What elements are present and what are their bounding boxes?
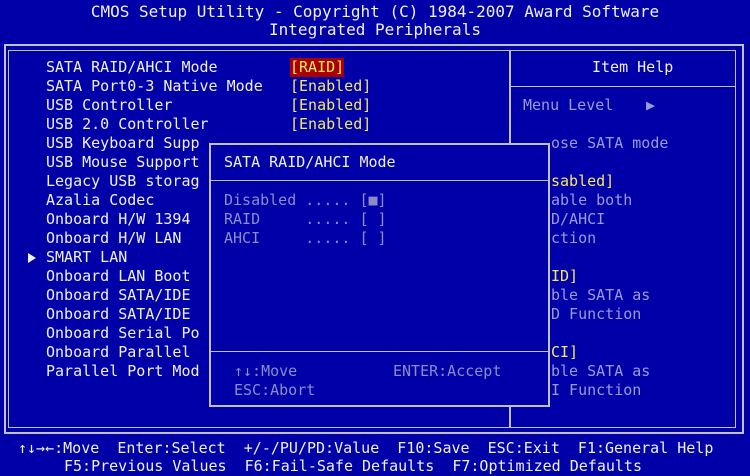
help-line: ble SATA as bbox=[551, 362, 651, 380]
help-line: ble SATA as bbox=[551, 286, 651, 304]
page-title: Integrated Peripherals bbox=[269, 20, 481, 39]
popup-title-separator bbox=[211, 180, 548, 181]
setting-label-smart-lan[interactable]: SMART LAN bbox=[46, 248, 127, 267]
setting-label-sata-raid-ahci[interactable]: SATA RAID/AHCI Mode bbox=[46, 58, 218, 77]
menu-level-label: Menu Level bbox=[523, 96, 614, 114]
help-title: Item Help bbox=[592, 58, 674, 76]
setting-label-usb-controller[interactable]: USB Controller bbox=[46, 96, 172, 115]
setting-label-parallel-mode[interactable]: Parallel Port Mod bbox=[46, 362, 200, 381]
setting-label-sata-ide-2[interactable]: Onboard SATA/IDE bbox=[46, 305, 191, 324]
popup-footer-separator bbox=[211, 351, 548, 352]
option-popup: SATA RAID/AHCI Mode Disabled ..... [■] R… bbox=[209, 143, 550, 407]
help-line: I Function bbox=[551, 381, 642, 399]
setting-label-legacy-usb[interactable]: Legacy USB storag bbox=[46, 172, 200, 191]
help-line: D Function bbox=[551, 305, 642, 323]
help-separator bbox=[511, 86, 736, 87]
setting-label-usb-keyboard[interactable]: USB Keyboard Supp bbox=[46, 134, 200, 153]
popup-title: SATA RAID/AHCI Mode bbox=[224, 153, 396, 171]
help-line: ose SATA mode bbox=[551, 134, 669, 152]
popup-hint-move: ↑↓:Move bbox=[234, 362, 298, 380]
help-line: ID] bbox=[551, 267, 579, 285]
setting-label-sata-native[interactable]: SATA Port0-3 Native Mode bbox=[46, 77, 263, 96]
setting-value-usb2-controller[interactable]: [Enabled] bbox=[290, 115, 371, 134]
help-line: sabled] bbox=[551, 172, 615, 190]
setting-value-sata-raid-ahci[interactable]: [RAID] bbox=[290, 58, 345, 77]
help-line: CI] bbox=[551, 343, 579, 361]
setting-value-sata-native[interactable]: [Enabled] bbox=[290, 77, 371, 96]
setting-label-parallel[interactable]: Onboard Parallel bbox=[46, 343, 191, 362]
setting-label-sata-ide-1[interactable]: Onboard SATA/IDE bbox=[46, 286, 191, 305]
help-line: D/AHCI bbox=[551, 210, 606, 228]
popup-option-raid[interactable]: RAID ..... [ ] bbox=[224, 210, 387, 229]
popup-option-ahci[interactable]: AHCI ..... [ ] bbox=[224, 229, 387, 248]
popup-option-disabled[interactable]: Disabled ..... [■] bbox=[224, 191, 387, 210]
popup-hint-accept: ENTER:Accept bbox=[393, 362, 502, 380]
popup-hint-abort: ESC:Abort bbox=[234, 381, 316, 399]
footer-keys-line2: F5:Previous Values F6:Fail-Safe Defaults… bbox=[64, 457, 642, 475]
setting-label-azalia[interactable]: Azalia Codec bbox=[46, 191, 154, 210]
menu-level-arrow-icon: ▶ bbox=[646, 96, 656, 114]
setting-label-serial-port[interactable]: Onboard Serial Po bbox=[46, 324, 200, 343]
setting-value-usb-controller[interactable]: [Enabled] bbox=[290, 96, 371, 115]
setting-label-lan-boot[interactable]: Onboard LAN Boot bbox=[46, 267, 191, 286]
setting-label-hw-lan[interactable]: Onboard H/W LAN bbox=[46, 229, 181, 248]
setting-label-hw-1394[interactable]: Onboard H/W 1394 bbox=[46, 210, 191, 229]
submenu-arrow-icon bbox=[28, 248, 36, 267]
setting-label-usb-mouse[interactable]: USB Mouse Support bbox=[46, 153, 200, 172]
app-title: CMOS Setup Utility - Copyright (C) 1984-… bbox=[90, 2, 660, 21]
setting-label-usb2-controller[interactable]: USB 2.0 Controller bbox=[46, 115, 209, 134]
footer-keys-line1: ↑↓→←:Move Enter:Select +/-/PU/PD:Value F… bbox=[18, 439, 714, 457]
help-line: able both bbox=[551, 191, 633, 209]
help-line: ction bbox=[551, 229, 597, 247]
